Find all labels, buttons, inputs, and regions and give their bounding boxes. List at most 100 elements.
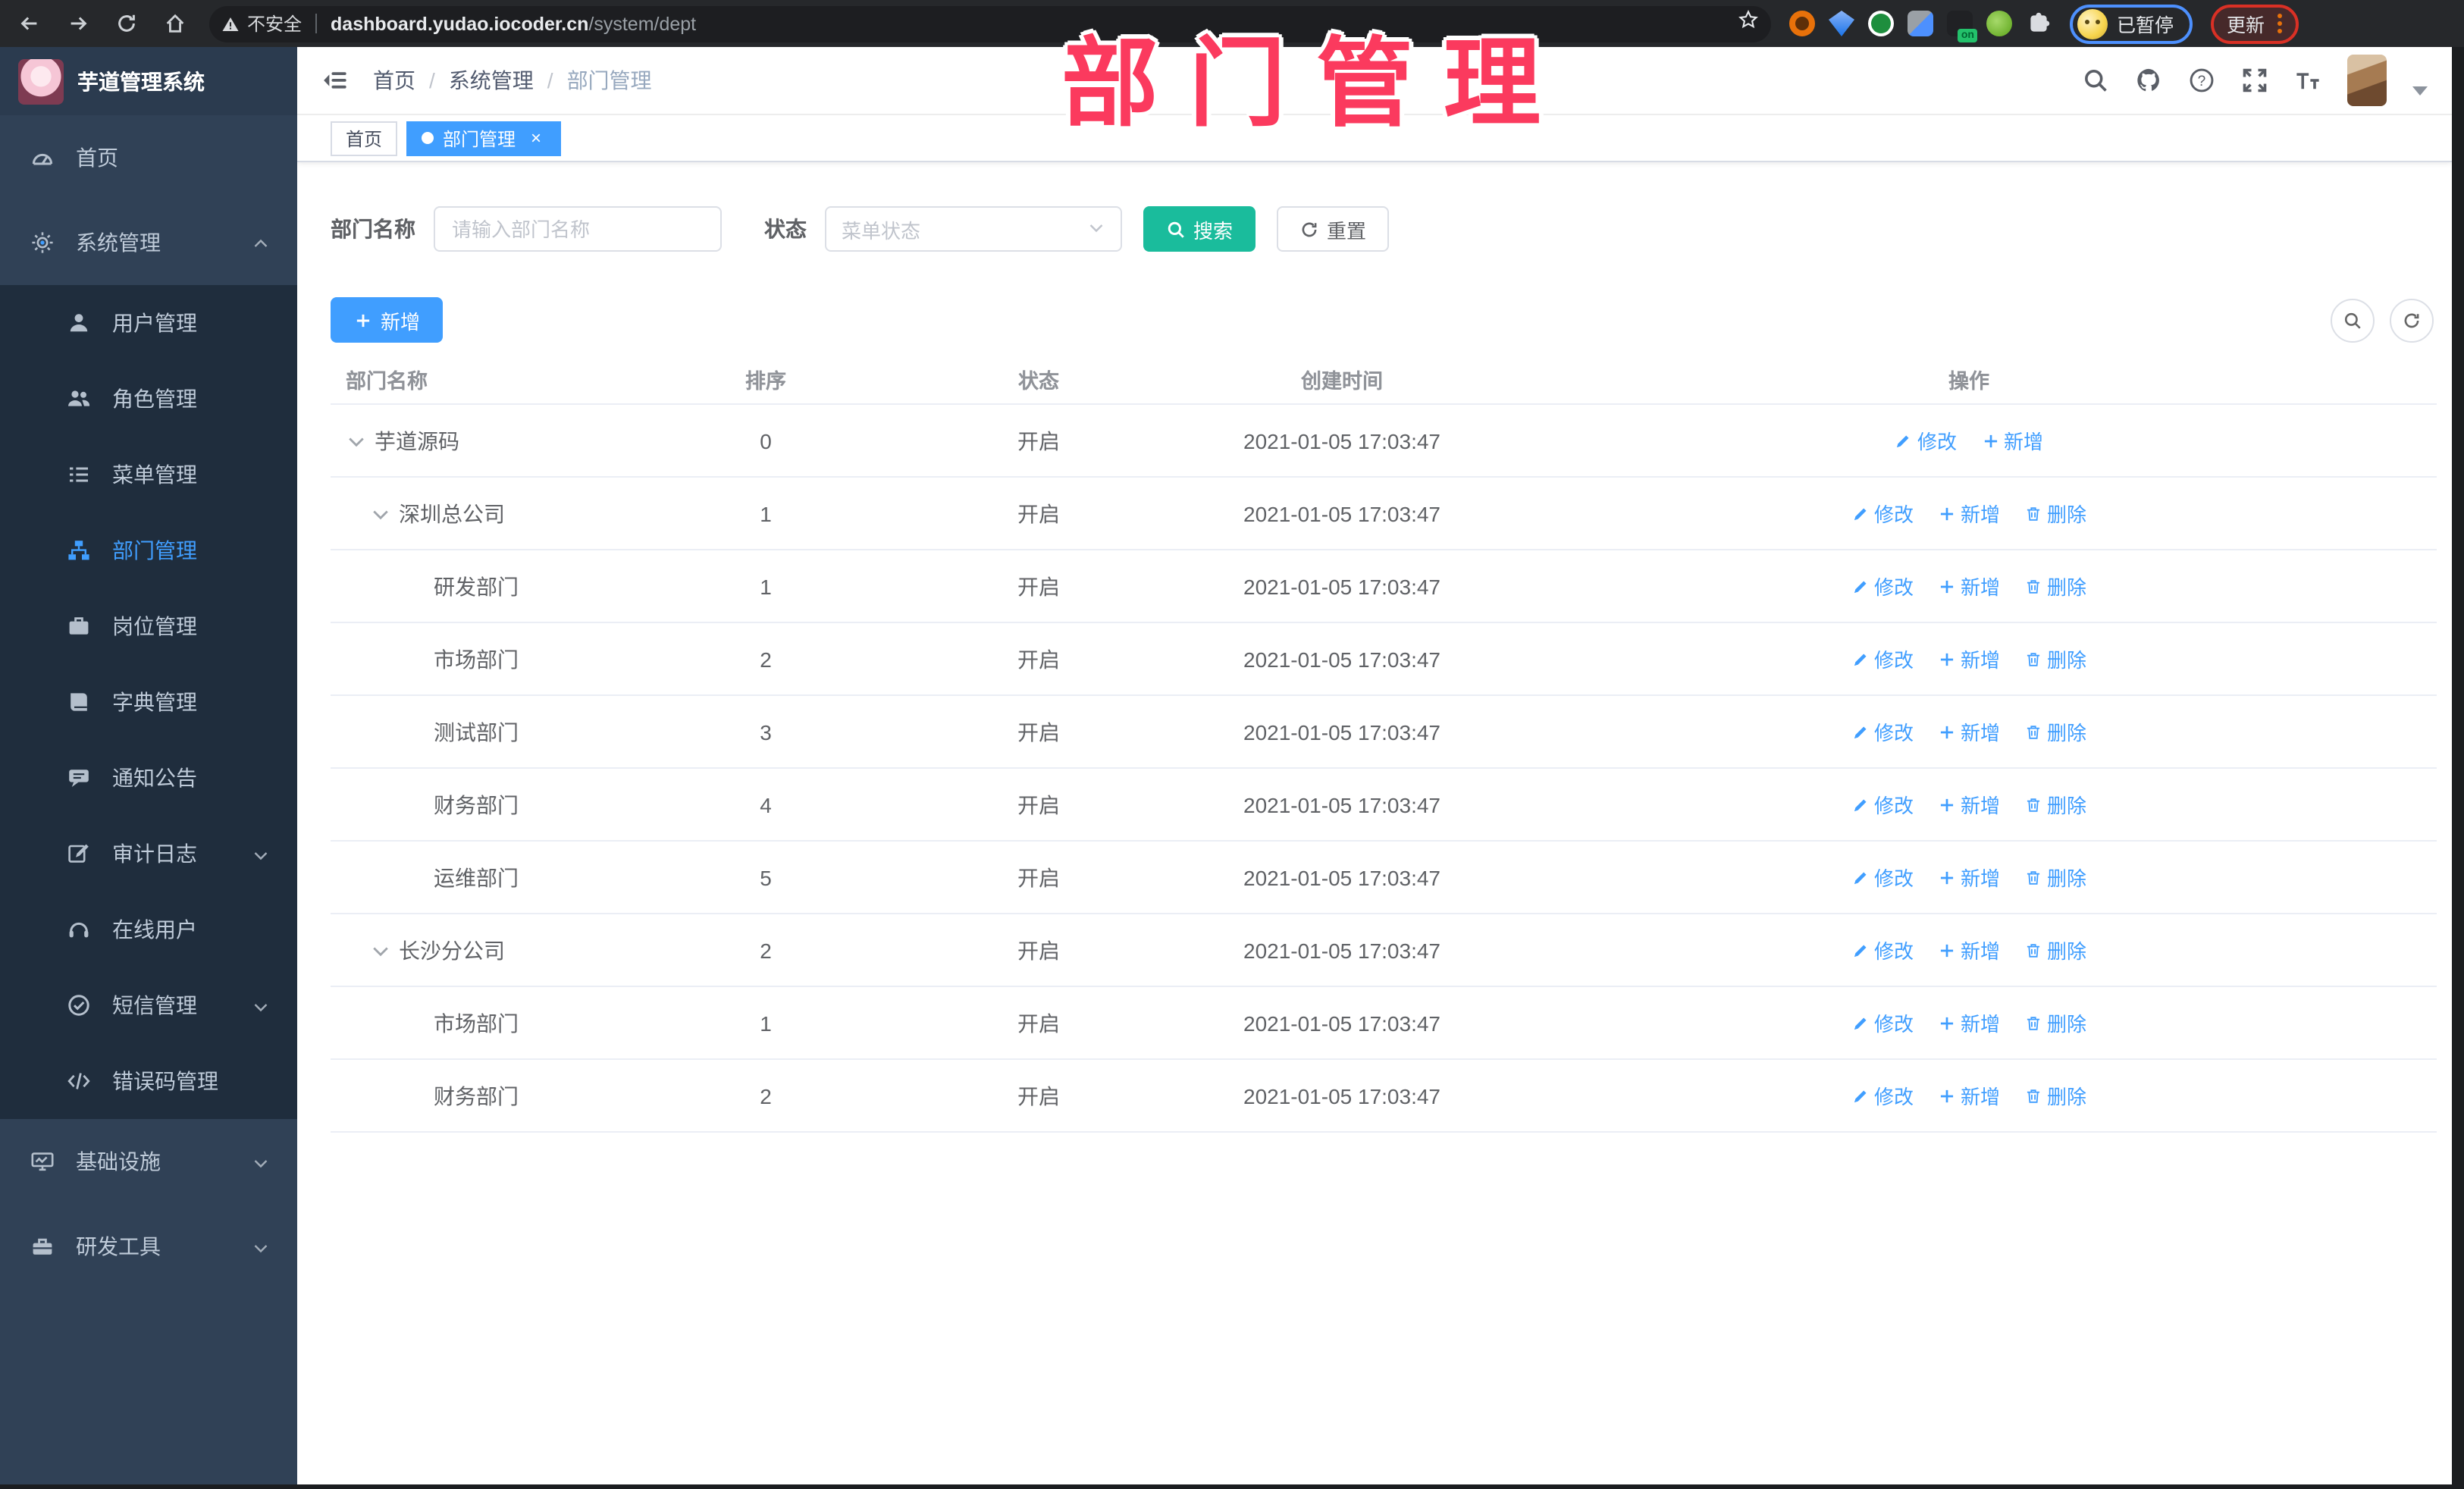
table-row[interactable]: 研发部门 1 开启 2021-01-05 17:03:47 修改 新增 删除 bbox=[331, 550, 2437, 623]
add-link[interactable]: 新增 bbox=[1938, 572, 2000, 600]
sidebar-item-2[interactable]: 用户管理 bbox=[0, 285, 297, 361]
sort-cell: 4 bbox=[760, 792, 772, 817]
table-row[interactable]: 市场部门 1 开启 2021-01-05 17:03:47 修改 新增 删除 bbox=[331, 987, 2437, 1060]
table-row[interactable]: 深圳总公司 1 开启 2021-01-05 17:03:47 修改 新增 删除 bbox=[331, 478, 2437, 550]
close-icon[interactable]: × bbox=[526, 128, 546, 148]
sidebar-item-8[interactable]: 通知公告 bbox=[0, 740, 297, 816]
reset-button[interactable]: 重置 bbox=[1277, 206, 1390, 252]
expand-arrow-icon[interactable] bbox=[346, 430, 367, 451]
breadcrumb-item[interactable]: 系统管理 bbox=[449, 65, 534, 96]
delete-link[interactable]: 删除 bbox=[2024, 1008, 2086, 1037]
delete-link[interactable]: 删除 bbox=[2024, 644, 2086, 673]
extension-icon[interactable] bbox=[1908, 11, 1933, 36]
add-link[interactable]: 新增 bbox=[1938, 936, 2000, 964]
sidebar-item-9[interactable]: 审计日志 bbox=[0, 816, 297, 892]
fullscreen-icon[interactable] bbox=[2241, 67, 2268, 94]
table-row[interactable]: 财务部门 4 开启 2021-01-05 17:03:47 修改 新增 删除 bbox=[331, 769, 2437, 842]
sidebar-item-0[interactable]: 首页 bbox=[0, 115, 297, 200]
sidebar-item-5[interactable]: 部门管理 bbox=[0, 513, 297, 588]
tab-page[interactable]: 首页 bbox=[331, 121, 398, 155]
trash-icon bbox=[2024, 577, 2042, 595]
extension-icon[interactable] bbox=[1829, 11, 1854, 36]
github-icon[interactable] bbox=[2135, 67, 2162, 94]
sidebar-item-3[interactable]: 角色管理 bbox=[0, 361, 297, 437]
help-icon[interactable]: ? bbox=[2188, 67, 2215, 94]
bookmark-star-icon[interactable] bbox=[1738, 9, 1759, 38]
edit-link[interactable]: 修改 bbox=[1851, 790, 1914, 819]
edit-link[interactable]: 修改 bbox=[1851, 499, 1914, 528]
sidebar-item-6[interactable]: 岗位管理 bbox=[0, 588, 297, 664]
delete-link[interactable]: 删除 bbox=[2024, 572, 2086, 600]
add-link[interactable]: 新增 bbox=[1938, 644, 2000, 673]
edit-link[interactable]: 修改 bbox=[1851, 1081, 1914, 1110]
delete-link[interactable]: 删除 bbox=[2024, 499, 2086, 528]
dept-name-cell: 测试部门 bbox=[434, 719, 519, 744]
table-row[interactable]: 芋道源码 0 开启 2021-01-05 17:03:47 修改 新增 bbox=[331, 405, 2437, 478]
hamburger-icon[interactable] bbox=[309, 55, 361, 106]
sidebar-item-4[interactable]: 菜单管理 bbox=[0, 437, 297, 513]
sidebar-item-13[interactable]: 基础设施 bbox=[0, 1119, 297, 1204]
forward-icon[interactable] bbox=[58, 4, 97, 43]
back-icon[interactable] bbox=[9, 4, 49, 43]
sidebar-header[interactable]: 芋道管理系统 bbox=[0, 47, 297, 115]
edit-link[interactable]: 修改 bbox=[1851, 1008, 1914, 1037]
sidebar-item-14[interactable]: 研发工具 bbox=[0, 1204, 297, 1289]
add-link[interactable]: 新增 bbox=[1938, 790, 2000, 819]
add-link[interactable]: 新增 bbox=[1938, 717, 2000, 746]
user-avatar[interactable] bbox=[2347, 55, 2387, 106]
table-row[interactable]: 测试部门 3 开启 2021-01-05 17:03:47 修改 新增 删除 bbox=[331, 696, 2437, 769]
add-link[interactable]: 新增 bbox=[1938, 863, 2000, 892]
toggle-search-button[interactable] bbox=[2331, 298, 2375, 342]
add-button[interactable]: 新增 bbox=[331, 297, 444, 343]
browser-menu-icon[interactable] bbox=[2277, 14, 2282, 33]
status-select[interactable]: 菜单状态 bbox=[825, 206, 1122, 252]
sidebar-item-10[interactable]: 在线用户 bbox=[0, 892, 297, 967]
sidebar-item-11[interactable]: 短信管理 bbox=[0, 967, 297, 1043]
delete-link[interactable]: 删除 bbox=[2024, 717, 2086, 746]
extension-icon[interactable] bbox=[1986, 11, 2012, 36]
breadcrumb-item[interactable]: 首页 bbox=[373, 65, 415, 96]
edit-link[interactable]: 修改 bbox=[1851, 936, 1914, 964]
tab-active[interactable]: 部门管理 × bbox=[406, 121, 562, 155]
extension-icon[interactable] bbox=[1868, 11, 1894, 36]
search-button[interactable]: 搜索 bbox=[1143, 206, 1256, 252]
table-row[interactable]: 财务部门 2 开启 2021-01-05 17:03:47 修改 新增 删除 bbox=[331, 1060, 2437, 1133]
expand-arrow-icon[interactable] bbox=[370, 939, 391, 961]
edit-link[interactable]: 修改 bbox=[1851, 717, 1914, 746]
status-cell: 开启 bbox=[1017, 1011, 1060, 1035]
actions-cell: 修改 新增 删除 bbox=[1501, 1008, 2437, 1037]
table-row[interactable]: 运维部门 5 开启 2021-01-05 17:03:47 修改 新增 删除 bbox=[331, 842, 2437, 914]
search-icon[interactable] bbox=[2082, 67, 2109, 94]
home-icon[interactable] bbox=[155, 4, 194, 43]
not-secure-warning[interactable]: 不安全 bbox=[221, 11, 302, 36]
expand-arrow-icon[interactable] bbox=[370, 503, 391, 524]
extensions-puzzle-icon[interactable] bbox=[2026, 11, 2052, 36]
delete-link[interactable]: 删除 bbox=[2024, 1081, 2086, 1110]
add-link[interactable]: 新增 bbox=[1938, 1008, 2000, 1037]
browser-update-button[interactable]: 更新 bbox=[2210, 4, 2299, 43]
extension-icon[interactable]: on bbox=[1947, 11, 1977, 42]
sidebar-item-7[interactable]: 字典管理 bbox=[0, 664, 297, 740]
status-cell: 开启 bbox=[1017, 865, 1060, 889]
refresh-table-button[interactable] bbox=[2390, 298, 2434, 342]
extension-icon[interactable] bbox=[1789, 11, 1815, 36]
delete-link[interactable]: 删除 bbox=[2024, 936, 2086, 964]
add-link[interactable]: 新增 bbox=[1938, 499, 2000, 528]
add-link[interactable]: 新增 bbox=[1938, 1081, 2000, 1110]
font-size-icon[interactable] bbox=[2294, 67, 2321, 94]
delete-link[interactable]: 删除 bbox=[2024, 863, 2086, 892]
sidebar-item-12[interactable]: 错误码管理 bbox=[0, 1043, 297, 1119]
browser-profile-button[interactable]: 已暂停 bbox=[2070, 4, 2193, 43]
reload-icon[interactable] bbox=[106, 4, 146, 43]
table-row[interactable]: 市场部门 2 开启 2021-01-05 17:03:47 修改 新增 删除 bbox=[331, 623, 2437, 696]
chevron-down-icon[interactable] bbox=[2412, 86, 2428, 96]
edit-link[interactable]: 修改 bbox=[1851, 644, 1914, 673]
edit-link[interactable]: 修改 bbox=[1851, 863, 1914, 892]
add-link[interactable]: 新增 bbox=[1981, 426, 2043, 455]
edit-link[interactable]: 修改 bbox=[1895, 426, 1957, 455]
dept-name-input[interactable] bbox=[434, 206, 722, 252]
table-row[interactable]: 长沙分公司 2 开启 2021-01-05 17:03:47 修改 新增 删除 bbox=[331, 914, 2437, 987]
delete-link[interactable]: 删除 bbox=[2024, 790, 2086, 819]
edit-link[interactable]: 修改 bbox=[1851, 572, 1914, 600]
sidebar-item-1[interactable]: 系统管理 bbox=[0, 200, 297, 285]
